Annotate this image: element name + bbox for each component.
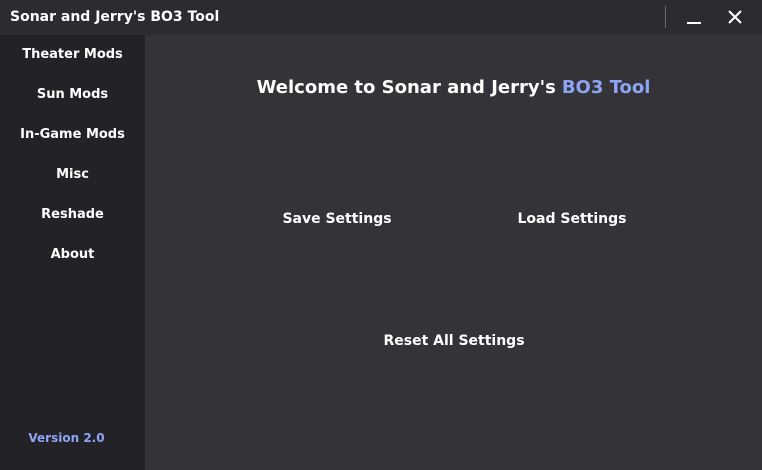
app-window: Sonar and Jerry's BO3 Tool Theater Mods …: [0, 0, 762, 470]
sidebar-item-sun-mods[interactable]: Sun Mods: [0, 82, 145, 108]
sidebar-item-about[interactable]: About: [0, 242, 145, 268]
window-title: Sonar and Jerry's BO3 Tool: [10, 9, 220, 25]
welcome-accent-text: BO3 Tool: [561, 77, 651, 98]
welcome-heading: Welcome to Sonar and Jerry's BO3 Tool: [145, 77, 762, 98]
save-settings-button[interactable]: Save Settings: [257, 211, 417, 227]
reset-all-settings-button[interactable]: Reset All Settings: [374, 333, 534, 349]
close-icon: [728, 10, 742, 24]
sidebar: Theater Mods Sun Mods In-Game Mods Misc …: [0, 35, 145, 470]
sidebar-item-misc[interactable]: Misc: [0, 162, 145, 188]
version-label: Version 2.0: [28, 431, 105, 445]
main-panel: Welcome to Sonar and Jerry's BO3 Tool Sav…: [145, 35, 762, 470]
load-settings-button[interactable]: Load Settings: [492, 211, 652, 227]
sidebar-item-reshade[interactable]: Reshade: [0, 202, 145, 228]
title-bar[interactable]: Sonar and Jerry's BO3 Tool: [0, 0, 762, 35]
titlebar-divider: [665, 6, 666, 28]
close-button[interactable]: [716, 2, 754, 32]
minimize-button[interactable]: [675, 2, 713, 32]
sidebar-item-in-game-mods[interactable]: In-Game Mods: [0, 122, 145, 148]
welcome-text: Welcome to Sonar and Jerry's: [256, 77, 556, 98]
sidebar-item-theater-mods[interactable]: Theater Mods: [0, 42, 145, 68]
minimize-icon: [687, 22, 701, 24]
